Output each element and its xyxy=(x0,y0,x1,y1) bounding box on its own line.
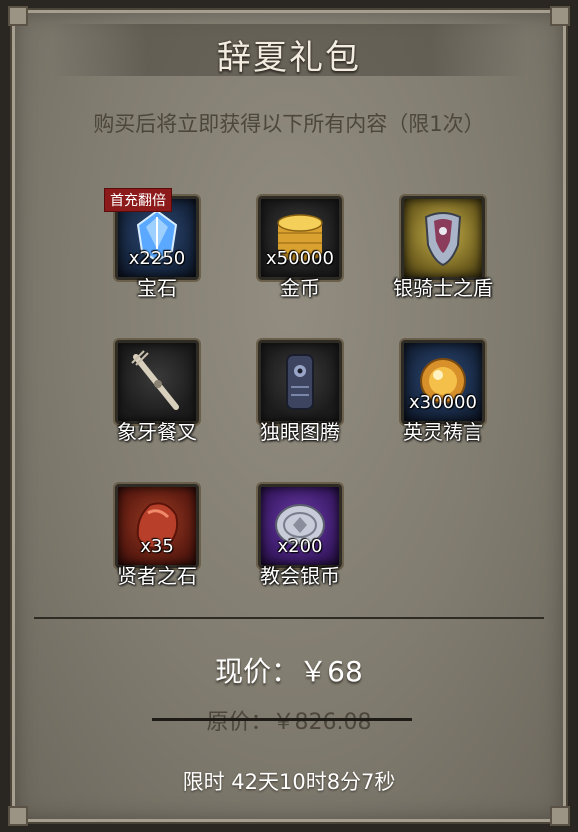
item-frame xyxy=(401,196,485,280)
item-name: 独眼图腾 xyxy=(260,420,340,444)
original-price-strikethrough xyxy=(152,718,412,721)
pack-description: 购买后将立即获得以下所有内容（限1次） xyxy=(93,112,485,136)
item-frame xyxy=(258,340,342,424)
item-name: 贤者之石 xyxy=(117,564,197,588)
item-name: 英灵祷言 xyxy=(403,420,483,444)
panel-corner xyxy=(8,6,28,26)
current-price: 现价：￥68 xyxy=(215,655,363,688)
panel-corner xyxy=(550,6,570,26)
item-name: 象牙餐叉 xyxy=(117,420,197,444)
panel-corner xyxy=(8,806,28,826)
totem-icon xyxy=(286,354,314,410)
reward-item-church-silver-coin[interactable]: x200 教会银币 xyxy=(255,484,351,604)
limited-time-countdown: 限时 42天10时8分7秒 xyxy=(182,770,396,794)
ivory-fork-icon xyxy=(131,350,179,410)
divider xyxy=(34,617,544,619)
reward-item-gem[interactable]: 首充翻倍 x2250 宝石 xyxy=(104,188,208,316)
item-name: 宝石 xyxy=(137,276,177,300)
reward-item-silver-knight-shield[interactable]: 银骑士之盾 xyxy=(393,196,494,316)
item-quantity: x200 xyxy=(277,536,323,557)
reward-item-heroic-prayer[interactable]: x30000 英灵祷言 xyxy=(398,340,494,460)
item-name: 金币 xyxy=(280,276,320,300)
gift-pack-panel: 辞夏礼包 购买后将立即获得以下所有内容（限1次） 首充翻倍 x2250 宝石 x… xyxy=(8,6,570,826)
item-frame xyxy=(115,340,199,424)
item-quantity: x50000 xyxy=(266,248,334,269)
first-recharge-double-badge: 首充翻倍 xyxy=(104,188,172,212)
item-quantity: x35 xyxy=(140,536,174,557)
pack-title: 辞夏礼包 xyxy=(217,38,361,78)
panel-corner xyxy=(550,806,570,826)
item-name: 银骑士之盾 xyxy=(393,276,493,300)
reward-item-gold[interactable]: x50000 金币 xyxy=(255,196,351,316)
reward-item-sage-stone[interactable]: x35 贤者之石 xyxy=(112,484,208,604)
item-quantity: x2250 xyxy=(128,248,186,269)
shield-icon xyxy=(424,212,462,267)
item-name: 教会银币 xyxy=(260,564,340,588)
item-quantity: x30000 xyxy=(409,392,477,413)
reward-item-ivory-fork[interactable]: 象牙餐叉 xyxy=(112,340,208,460)
reward-item-one-eyed-totem[interactable]: 独眼图腾 xyxy=(255,340,351,460)
